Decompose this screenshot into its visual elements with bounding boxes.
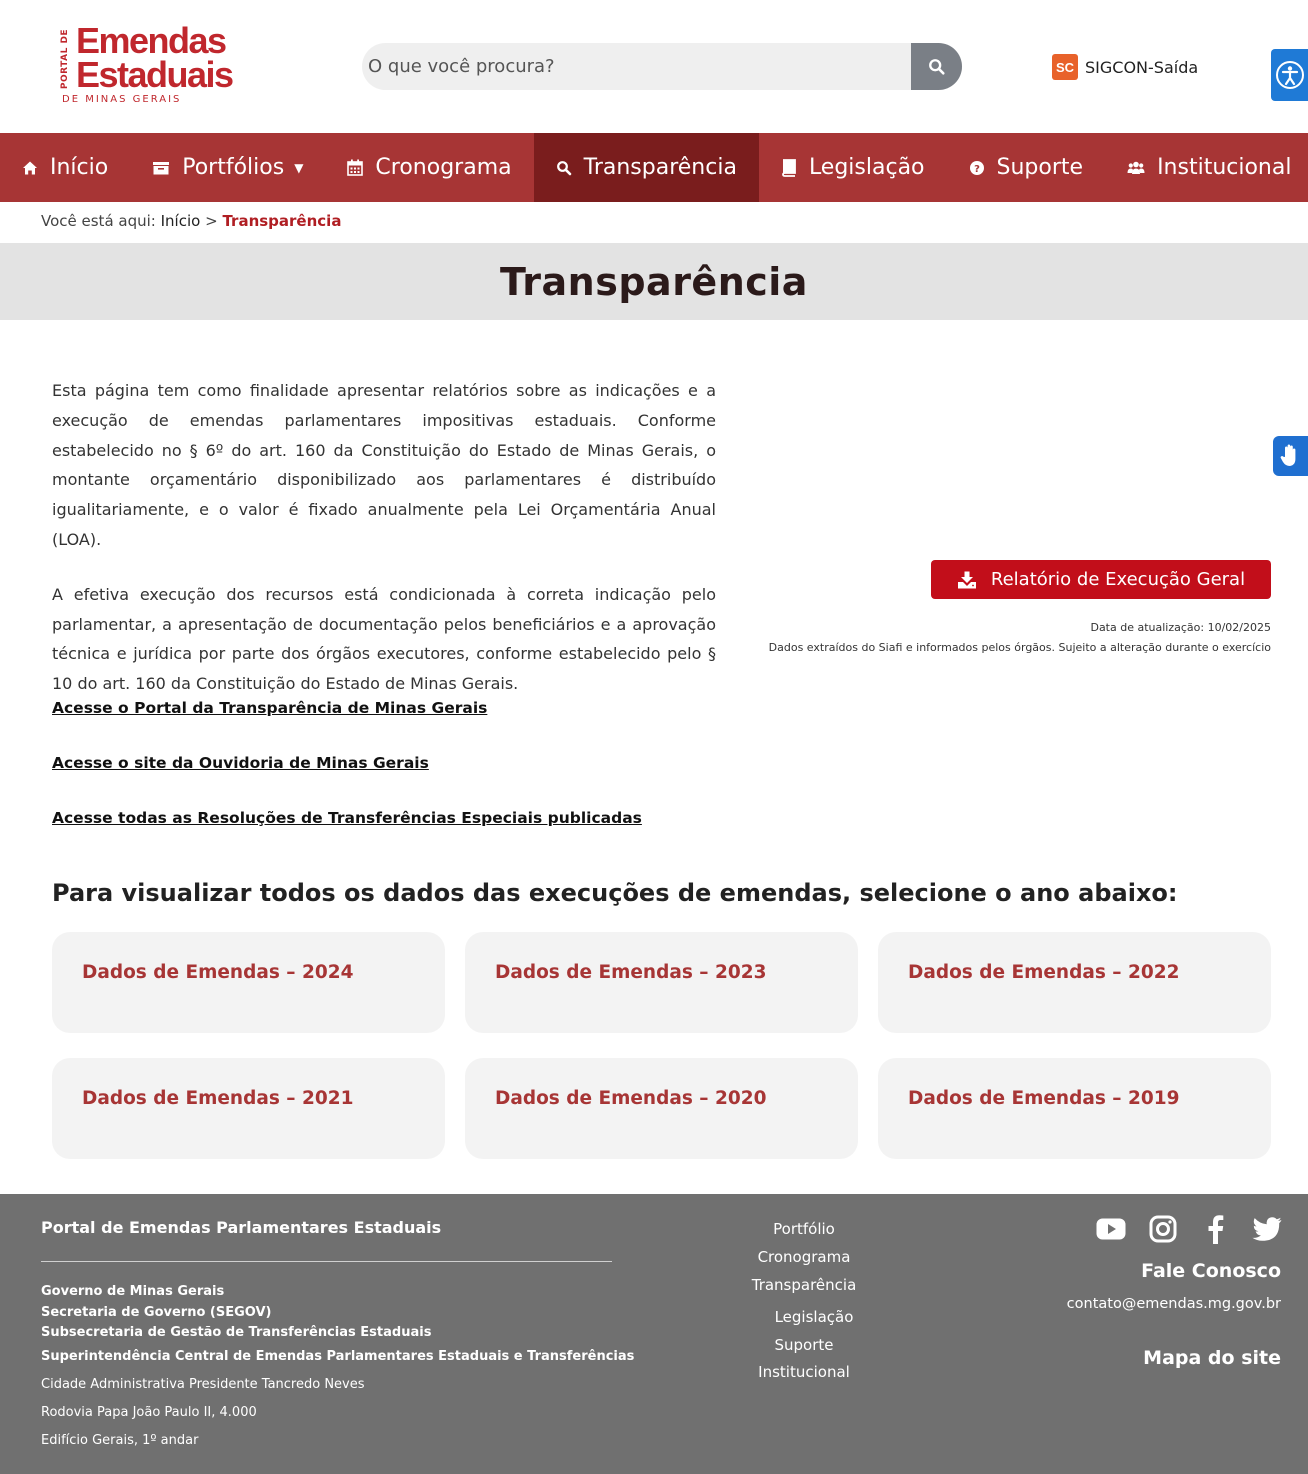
nav-label: Cronograma xyxy=(375,155,512,180)
nav-label: Início xyxy=(50,155,109,180)
link-portal-transparencia[interactable]: Acesse o Portal da Transparência de Mina… xyxy=(52,699,487,717)
sitemap-link[interactable]: Mapa do site xyxy=(1143,1347,1281,1369)
year-card-label: Dados de Emendas – 2021 xyxy=(82,1088,354,1109)
nav-item-institucional[interactable]: Institucional xyxy=(1105,133,1308,202)
source-note: Dados extraídos do Siafi e informados pe… xyxy=(768,641,1271,654)
accessibility-button[interactable] xyxy=(1271,49,1308,101)
footer-nav-institucional[interactable]: Institucional xyxy=(734,1363,874,1381)
year-card-label: Dados de Emendas – 2020 xyxy=(495,1088,767,1109)
site-logo[interactable]: PORTAL DE Emendas Estaduais DE MINAS GER… xyxy=(58,22,234,110)
sign-language-button[interactable] xyxy=(1273,436,1308,476)
year-card-label: Dados de Emendas – 2023 xyxy=(495,962,767,983)
link-ouvidoria[interactable]: Acesse o site da Ouvidoria de Minas Gera… xyxy=(52,754,429,772)
year-card-2023[interactable]: Dados de Emendas – 2023 xyxy=(465,932,858,1033)
accessibility-icon xyxy=(1275,61,1304,89)
report-button-label: Relatório de Execução Geral xyxy=(990,569,1246,590)
search-icon xyxy=(928,58,945,75)
page-title-band: Transparência xyxy=(0,243,1308,320)
main-nav: Início Portfólios ▼ Cronograma Transparê… xyxy=(0,133,1308,202)
footer-title: Portal de Emendas Parlamentares Estaduai… xyxy=(41,1218,442,1237)
breadcrumb-prefix: Você está aqui: xyxy=(41,212,156,230)
report-download-button[interactable]: Relatório de Execução Geral xyxy=(931,560,1271,599)
year-card-2019[interactable]: Dados de Emendas – 2019 xyxy=(878,1058,1271,1159)
footer-address-line: Cidade Administrativa Presidente Tancred… xyxy=(41,1377,365,1392)
download-icon xyxy=(957,571,976,588)
footer-divider xyxy=(41,1261,612,1262)
year-card-2021[interactable]: Dados de Emendas – 2021 xyxy=(52,1058,445,1159)
calendar-icon xyxy=(347,159,364,176)
intro-paragraph-1: Esta página tem como finalidade apresent… xyxy=(52,381,716,549)
logo-line-3: DE MINAS GERAIS xyxy=(62,94,182,105)
nav-label: Suporte xyxy=(996,155,1084,180)
hand-icon xyxy=(1280,444,1295,466)
search-bar xyxy=(362,43,962,90)
link-resolucoes[interactable]: Acesse todas as Resoluções de Transferên… xyxy=(52,809,642,827)
youtube-icon[interactable] xyxy=(1096,1214,1126,1244)
nav-item-portfolios[interactable]: Portfólios ▼ xyxy=(130,133,325,202)
intro-text: Esta página tem como finalidade apresent… xyxy=(52,376,716,724)
nav-label: Transparência xyxy=(583,155,737,180)
footer-org-line: Secretaria de Governo (SEGOV) xyxy=(41,1305,272,1320)
nav-item-cronograma[interactable]: Cronograma xyxy=(325,133,533,202)
breadcrumb: Você está aqui: Início > Transparência xyxy=(41,212,341,230)
year-card-label: Dados de Emendas – 2022 xyxy=(908,962,1180,983)
site-header: PORTAL DE Emendas Estaduais DE MINAS GER… xyxy=(0,0,1308,133)
users-icon xyxy=(1127,161,1145,174)
nav-item-inicio[interactable]: Início xyxy=(0,133,130,202)
twitter-icon[interactable] xyxy=(1252,1214,1282,1244)
nav-item-legislacao[interactable]: Legislação xyxy=(759,133,947,202)
logo-line-2: Estaduais xyxy=(76,54,234,95)
chevron-down-icon: ▼ xyxy=(294,160,304,175)
sigcon-link[interactable]: SC SIGCON-Saída xyxy=(1052,54,1198,80)
footer-address-line: Edifício Gerais, 1º andar xyxy=(41,1433,199,1448)
footer-address-line: Rodovia Papa João Paulo II, 4.000 xyxy=(41,1405,257,1420)
breadcrumb-home-link[interactable]: Início xyxy=(161,212,201,230)
sigcon-icon: SC xyxy=(1052,54,1078,80)
nav-label: Legislação xyxy=(808,155,925,180)
intro-paragraph-2: A efetiva execução dos recursos está con… xyxy=(52,584,716,694)
year-card-label: Dados de Emendas – 2024 xyxy=(82,962,354,983)
breadcrumb-current: Transparência xyxy=(222,212,342,230)
folder-icon xyxy=(153,161,170,174)
nav-label: Portfólios xyxy=(182,155,285,180)
home-icon xyxy=(23,161,37,174)
search-button[interactable] xyxy=(911,43,962,90)
search-icon xyxy=(556,160,571,175)
year-card-2022[interactable]: Dados de Emendas – 2022 xyxy=(878,932,1271,1033)
footer-nav-legislacao[interactable]: Legislação xyxy=(744,1308,884,1326)
nav-item-suporte[interactable]: ? Suporte xyxy=(947,133,1106,202)
sigcon-label: SIGCON-Saída xyxy=(1085,57,1199,77)
help-icon: ? xyxy=(969,160,984,175)
footer-nav-transparencia[interactable]: Transparência xyxy=(734,1276,874,1294)
update-date: Data de atualização: 10/02/2025 xyxy=(1090,621,1271,634)
footer-org-line: Subsecretaria de Gestão de Transferência… xyxy=(41,1325,432,1340)
year-card-2020[interactable]: Dados de Emendas – 2020 xyxy=(465,1058,858,1159)
nav-item-transparencia[interactable]: Transparência xyxy=(533,133,759,202)
year-card-label: Dados de Emendas – 2019 xyxy=(908,1088,1180,1109)
year-card-2024[interactable]: Dados de Emendas – 2024 xyxy=(52,932,445,1033)
facebook-icon[interactable] xyxy=(1200,1214,1230,1244)
contact-email-link[interactable]: contato@emendas.mg.gov.br xyxy=(1067,1296,1281,1312)
search-input[interactable] xyxy=(368,43,908,90)
logo-side-text: PORTAL DE xyxy=(60,28,70,90)
footer-org-line: Superintendência Central de Emendas Parl… xyxy=(41,1349,635,1364)
footer-nav-suporte[interactable]: Suporte xyxy=(734,1336,874,1354)
footer-org-line: Governo de Minas Gerais xyxy=(41,1284,225,1299)
site-footer: Portal de Emendas Parlamentares Estaduai… xyxy=(0,1194,1308,1474)
years-heading: Para visualizar todos os dados das execu… xyxy=(52,879,1178,907)
instagram-icon[interactable] xyxy=(1148,1214,1178,1244)
footer-nav-cronograma[interactable]: Cronograma xyxy=(734,1248,874,1266)
svg-text:?: ? xyxy=(974,164,980,175)
footer-nav-portfolio[interactable]: Portfólio xyxy=(734,1220,874,1238)
contact-title: Fale Conosco xyxy=(1141,1260,1281,1282)
page-title: Transparência xyxy=(500,259,808,304)
book-icon xyxy=(782,158,796,177)
breadcrumb-separator: > xyxy=(205,212,218,230)
nav-label: Institucional xyxy=(1157,155,1292,180)
